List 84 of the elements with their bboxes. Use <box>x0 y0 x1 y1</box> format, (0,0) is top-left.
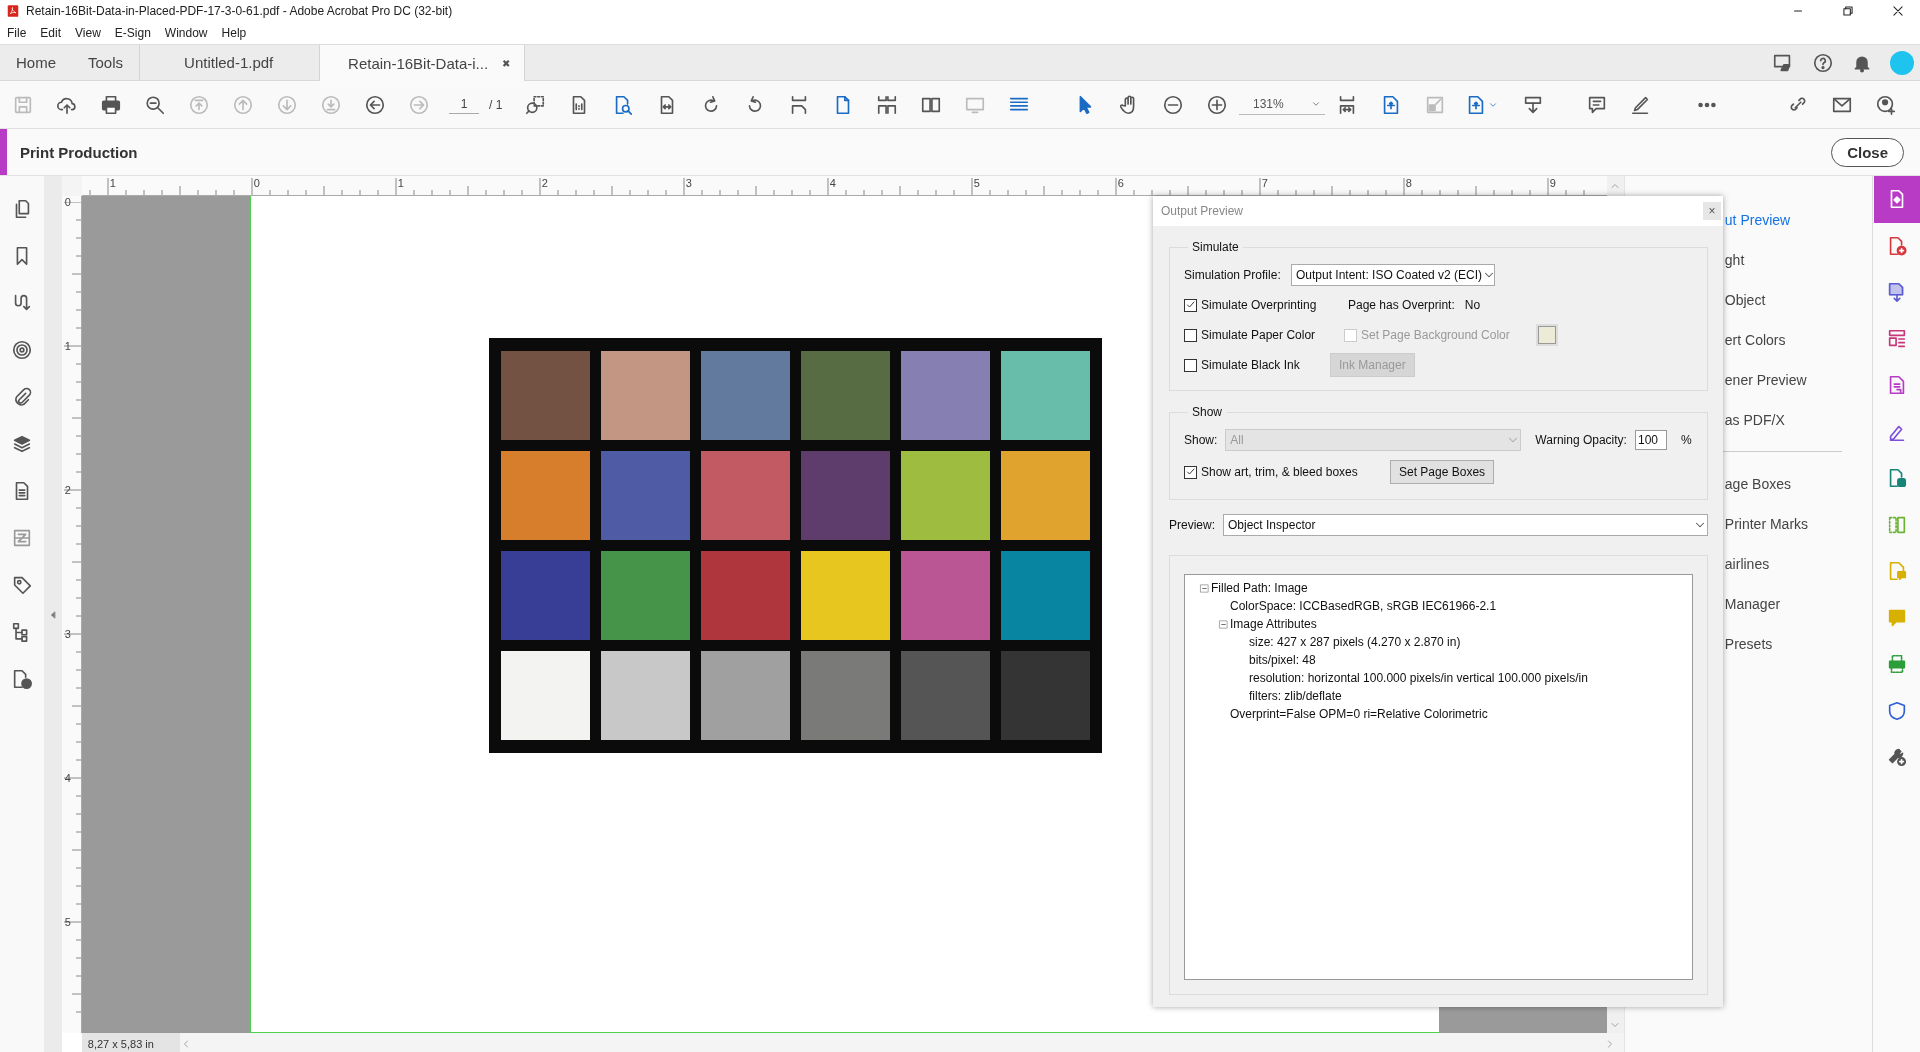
ruler-number: 3 <box>685 177 692 189</box>
ruler-number: 5 <box>64 916 71 928</box>
checkbox-label: Simulate Overprinting <box>1201 298 1317 312</box>
close-button[interactable]: × <box>1703 202 1721 220</box>
tab[interactable]: Tools <box>72 45 140 80</box>
group-label: Simulate <box>1191 240 1240 254</box>
checkbox-label: Simulate Black Ink <box>1201 358 1300 372</box>
field-label: Simulation Profile: <box>1184 268 1282 282</box>
tree-item[interactable]: size: 427 x 287 pixels (4.270 x 2.870 in) <box>1249 635 1461 649</box>
checkbox[interactable] <box>1184 328 1197 342</box>
tree-item[interactable]: resolution: horizontal 100.000 pixels/in vertical 100.000 pixels/in <box>1249 671 1588 685</box>
menu-item[interactable]: E-Sign <box>114 26 151 40</box>
page-size: 8,27 x 5,83 in <box>81 1033 180 1052</box>
ruler-number: 9 <box>1549 177 1556 189</box>
zoom-dropdown[interactable]: 131% <box>1239 94 1325 115</box>
ruler-number: 0 <box>253 177 260 189</box>
field-label: Warning Opacity: <box>1535 433 1627 447</box>
back-icon[interactable] <box>364 93 386 116</box>
ruler-number: 3 <box>64 628 71 640</box>
menu-item[interactable]: Edit <box>40 26 62 40</box>
caret-icon <box>1311 99 1321 109</box>
ruler-number: 0 <box>64 196 71 208</box>
dialog-title: Output Preview <box>1161 204 1244 218</box>
tool-title: Print Production <box>20 143 138 161</box>
menu-item[interactable]: View <box>75 26 101 40</box>
color-swatch[interactable] <box>1538 326 1556 344</box>
close-icon[interactable] <box>1891 4 1905 18</box>
ruler-number: 7 <box>1261 177 1268 189</box>
preview-dropdown[interactable]: Object Inspector <box>1223 514 1708 536</box>
help-icon[interactable] <box>1812 51 1834 74</box>
ruler-number: 2 <box>541 177 548 189</box>
pdf-file-icon <box>6 4 20 18</box>
marquee-zoom-icon[interactable] <box>524 93 546 116</box>
menu-item[interactable]: File <box>7 26 27 40</box>
tree-item[interactable]: filters: zlib/deflate <box>1249 689 1342 703</box>
tree-item[interactable]: bits/pixel: 48 <box>1249 653 1316 667</box>
unit-label: % <box>1680 433 1692 447</box>
group-label: Show <box>1191 405 1224 419</box>
zoom-in-circle-icon[interactable] <box>1206 93 1228 116</box>
window-title: Retain-16Bit-Data-in-Placed-PDF-17-3-0-61.pdf - Adobe Acrobat Pro DC (32-bit) <box>26 4 454 18</box>
checkbox-label: Simulate Paper Color <box>1201 328 1316 342</box>
checkbox-label: Set Page Background Color <box>1361 328 1510 342</box>
field-label: Page has Overprint: <box>1348 298 1455 312</box>
checkbox-label: Show art, trim, & bleed boxes <box>1201 465 1358 479</box>
tab[interactable]: Retain-16Bit-Data-i... ✖ <box>319 45 526 81</box>
checkbox[interactable] <box>1184 358 1197 372</box>
opacity-field[interactable]: 100 <box>1634 430 1667 450</box>
collapse-icon[interactable] <box>1199 582 1210 594</box>
add-user-icon[interactable] <box>1875 93 1897 116</box>
close-button[interactable]: Close <box>1831 137 1904 167</box>
page-count: / 1 <box>489 97 503 112</box>
restore-icon[interactable] <box>1841 4 1855 18</box>
menu-item[interactable]: Window <box>164 26 208 40</box>
tab[interactable]: Home <box>0 45 72 80</box>
tree-item[interactable]: Filled Path: Image <box>1211 581 1308 595</box>
field-value: No <box>1464 298 1481 312</box>
ruler-number: 5 <box>973 177 980 189</box>
tree-item[interactable]: Overprint=False OPM=0 ri=Relative Colorimetric <box>1230 707 1488 721</box>
tab-close-button[interactable]: ✖ <box>502 57 511 69</box>
accent-bar <box>0 129 7 175</box>
tree-item[interactable]: Image Attributes <box>1230 617 1317 631</box>
ruler-number: 6 <box>1117 177 1124 189</box>
print-icon[interactable] <box>100 93 122 116</box>
zoom-out-circle-icon[interactable] <box>1162 93 1184 116</box>
tree-item[interactable]: ColorSpace: ICCBasedRGB, sRGB IEC61966-2.1 <box>1230 599 1497 613</box>
two-page-scrolling-icon[interactable] <box>876 93 898 116</box>
checkbox[interactable] <box>1184 298 1197 312</box>
field-label: Show: <box>1184 433 1218 447</box>
simulation-profile-dropdown[interactable]: Output Intent: ISO Coated v2 (ECI) <box>1291 264 1495 286</box>
ruler-number: 8 <box>1405 177 1412 189</box>
ruler-number: 4 <box>829 177 836 189</box>
page-number-field[interactable]: 1 <box>449 95 479 114</box>
ruler-number: 4 <box>64 772 71 784</box>
set-page-boxes-button[interactable]: Set Page Boxes <box>1390 460 1495 484</box>
zoom-out-icon[interactable] <box>144 93 166 116</box>
collapse-icon[interactable] <box>1218 618 1229 630</box>
ruler-number: 1 <box>397 177 404 189</box>
ruler-number: 2 <box>64 484 71 496</box>
ruler-number: 1 <box>109 177 116 189</box>
target-icon[interactable] <box>10 339 33 361</box>
menu-item[interactable]: Help <box>221 26 247 40</box>
field-label: Preview: <box>1169 518 1215 532</box>
checkbox[interactable] <box>1184 465 1197 479</box>
ruler-number: 1 <box>64 340 71 352</box>
